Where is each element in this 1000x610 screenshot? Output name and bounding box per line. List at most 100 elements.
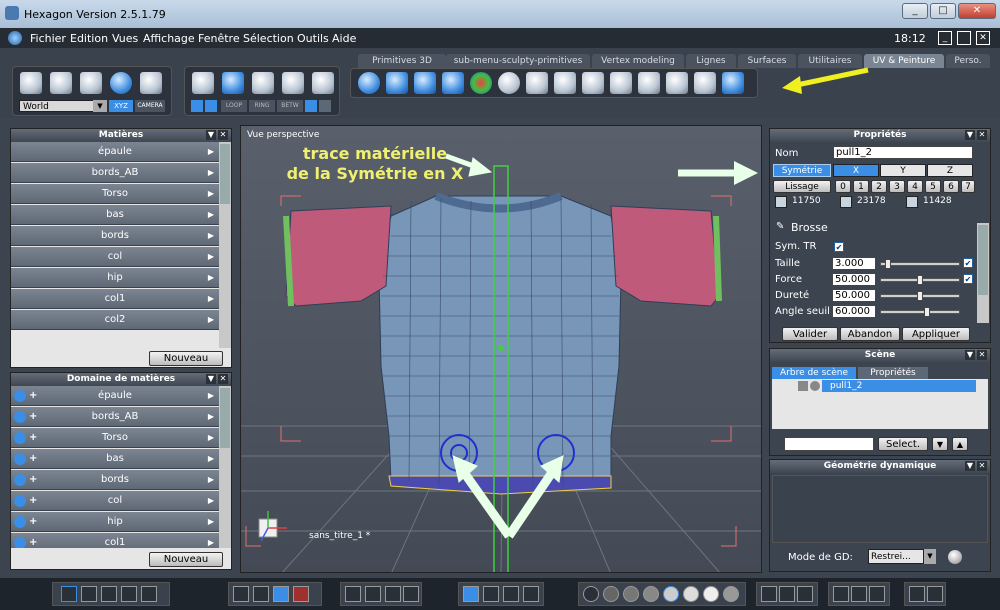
scene-up-arrow-icon[interactable]: ▲ — [952, 437, 968, 451]
smooth-wire-icon[interactable] — [643, 586, 659, 602]
select-face-icon[interactable] — [221, 71, 245, 95]
smooth-button[interactable]: Lissage — [773, 180, 831, 193]
app-close-icon[interactable]: ✕ — [976, 31, 990, 45]
select-button[interactable]: Select. — [878, 437, 928, 451]
pan-icon[interactable] — [365, 586, 381, 602]
paint-palette-icon[interactable] — [469, 71, 493, 95]
param-lock-checkbox[interactable]: ✔ — [963, 258, 973, 268]
camera-shot-icon[interactable] — [927, 586, 943, 602]
move-tool-icon[interactable] — [19, 71, 43, 95]
smooth-level-button[interactable]: 4 — [907, 180, 923, 193]
layout-split-v-icon[interactable] — [81, 586, 97, 602]
universal-manipulator-icon[interactable] — [109, 71, 133, 95]
flat-shading-icon[interactable] — [603, 586, 619, 602]
render-icon[interactable] — [909, 586, 925, 602]
abort-button[interactable]: Abandon — [840, 327, 900, 341]
ring-button[interactable]: RING — [249, 100, 275, 112]
axis-x-button[interactable]: X — [833, 164, 879, 177]
rotate-tool-icon[interactable] — [49, 71, 73, 95]
smooth-level-button[interactable]: 5 — [925, 180, 941, 193]
materials-scrollbar[interactable] — [219, 142, 231, 348]
material-item[interactable]: bas ▶ — [11, 205, 219, 225]
layout-split-h-icon[interactable] — [101, 586, 117, 602]
layout-four-icon[interactable] — [141, 586, 157, 602]
tab-scene-properties[interactable]: Propriétés — [858, 367, 928, 379]
param-value[interactable]: 60.000 — [832, 305, 876, 318]
tab-perso[interactable]: Perso. — [946, 54, 990, 68]
shadow-icon[interactable] — [779, 586, 795, 602]
zoom-icon[interactable] — [385, 586, 401, 602]
properties-scrollbar[interactable] — [977, 223, 989, 323]
smooth-level-button[interactable]: 6 — [943, 180, 959, 193]
material-item[interactable]: col1 ▶ — [11, 289, 219, 309]
layout-single-icon[interactable] — [61, 586, 77, 602]
menu-affichage[interactable]: Affichage — [143, 32, 195, 45]
domain-item[interactable]: + épaule ▶ — [11, 386, 219, 406]
snap-icon[interactable] — [253, 586, 269, 602]
light-icon[interactable] — [761, 586, 777, 602]
menu-vues[interactable]: Vues — [112, 32, 138, 45]
lasso-icon[interactable] — [191, 100, 203, 112]
app-restore-icon[interactable] — [957, 31, 971, 45]
tab-scene-tree[interactable]: Arbre de scène — [772, 367, 856, 379]
select-object-icon[interactable] — [281, 71, 305, 95]
uv-sphere-icon[interactable] — [357, 71, 381, 95]
render-shading-icon[interactable] — [703, 586, 719, 602]
texture-shading-icon[interactable] — [663, 586, 679, 602]
material-item[interactable]: bords ▶ — [11, 226, 219, 246]
gd-dropdown-icon[interactable]: ▼ — [924, 549, 936, 564]
material-item[interactable]: Torso ▶ — [11, 184, 219, 204]
material-item[interactable]: épaule ▶ — [11, 142, 219, 162]
param-slider[interactable] — [880, 275, 960, 285]
material-item[interactable]: bords_AB ▶ — [11, 163, 219, 183]
menu-selection[interactable]: Sélection — [243, 32, 294, 45]
box-display-icon[interactable] — [833, 586, 849, 602]
param-slider[interactable] — [880, 259, 960, 269]
grid-icon[interactable] — [273, 586, 289, 602]
eye-icon[interactable] — [810, 381, 820, 391]
material-item[interactable]: col ▶ — [11, 247, 219, 267]
scale-tool-icon[interactable] — [79, 71, 103, 95]
head-paint-icon[interactable] — [497, 71, 521, 95]
dolly-icon[interactable] — [523, 586, 539, 602]
eye-view-icon[interactable] — [403, 586, 419, 602]
layout-three-icon[interactable] — [121, 586, 137, 602]
loop-button[interactable]: LOOP — [221, 100, 247, 112]
menu-edition[interactable]: Edition — [70, 32, 108, 45]
select-edge-icon[interactable] — [251, 71, 275, 95]
param-slider[interactable] — [880, 291, 960, 301]
grid-red-icon[interactable] — [293, 586, 309, 602]
3d-viewport[interactable]: Vue perspective trace matérielle de la S… — [240, 125, 762, 573]
param-slider[interactable] — [880, 307, 960, 317]
select-vertex-icon[interactable] — [191, 71, 215, 95]
name-field[interactable]: pull1_2 — [833, 146, 973, 159]
param-value[interactable]: 50.000 — [832, 289, 876, 302]
domain-item[interactable]: + bords ▶ — [11, 470, 219, 490]
menu-fenetre[interactable]: Fenêtre — [198, 32, 240, 45]
validate-button[interactable]: Valider — [782, 327, 838, 341]
material-item[interactable]: col2 ▶ — [11, 310, 219, 330]
domain-item[interactable]: + Torso ▶ — [11, 428, 219, 448]
domains-new-button[interactable]: Nouveau — [149, 552, 223, 567]
uv-box-icon[interactable] — [441, 71, 465, 95]
materials-new-button[interactable]: Nouveau — [149, 351, 223, 366]
walk-icon[interactable] — [503, 586, 519, 602]
param-value[interactable]: 3.000 — [832, 257, 876, 270]
maximize-button[interactable]: □ — [930, 3, 956, 19]
grow-selection-icon[interactable] — [305, 100, 317, 112]
ao-shading-icon[interactable] — [723, 586, 739, 602]
paint-brush-icon[interactable] — [665, 71, 689, 95]
close-button[interactable]: ✕ — [958, 3, 996, 19]
camera-toggle[interactable]: CAMERA — [135, 100, 165, 112]
tab-primitives-3d[interactable]: Primitives 3D — [358, 54, 446, 68]
domains-scrollbar[interactable] — [219, 386, 231, 548]
gd-sphere-icon[interactable] — [948, 550, 962, 564]
smooth-level-button[interactable]: 1 — [853, 180, 869, 193]
menu-aide[interactable]: Aide — [332, 32, 356, 45]
smooth-level-button[interactable]: 2 — [871, 180, 887, 193]
domain-item[interactable]: + col1 ▶ — [11, 533, 219, 548]
grid-snap-icon[interactable] — [233, 586, 249, 602]
ghost-tool-icon[interactable] — [139, 71, 163, 95]
lit-shading-icon[interactable] — [683, 586, 699, 602]
domain-item[interactable]: + hip ▶ — [11, 512, 219, 532]
